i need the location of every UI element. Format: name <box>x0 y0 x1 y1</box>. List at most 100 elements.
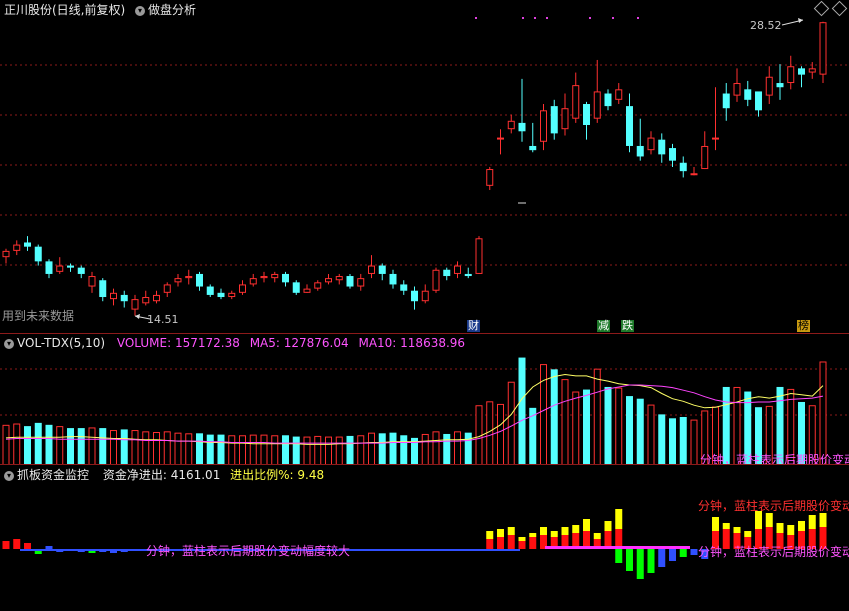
fund-signal-strip <box>545 546 690 549</box>
volume-bar <box>228 435 236 464</box>
candle-body <box>540 110 547 142</box>
fund-yellow-bar <box>550 531 558 537</box>
top-dot-marker <box>522 17 524 19</box>
candle-body <box>131 299 139 310</box>
fund-yellow-bar <box>540 527 547 535</box>
volume-bar <box>249 434 257 464</box>
candle-body <box>271 273 279 279</box>
candle-body <box>669 148 676 161</box>
candle-body <box>411 290 418 302</box>
candle-body <box>357 278 365 287</box>
event-marker-ranking[interactable]: 榜 <box>797 320 810 332</box>
analysis-dropdown[interactable]: ▾ 做盘分析 <box>135 3 196 17</box>
fund-indicator-dropdown[interactable]: ▾ 抓板资金监控 <box>4 468 93 482</box>
volume-bar <box>690 419 698 464</box>
candle-body <box>808 68 816 73</box>
candle-body <box>292 282 300 293</box>
top-dot-marker <box>546 17 548 19</box>
volume-bar <box>518 357 526 464</box>
candle-body <box>561 108 569 130</box>
volume-bar <box>507 381 515 464</box>
fund-flow-bar <box>2 541 10 549</box>
candle-body <box>604 93 612 107</box>
volume-bar <box>669 418 676 464</box>
fund-red-bar <box>497 537 504 549</box>
volume-bar <box>658 414 666 464</box>
volume-bar <box>454 431 461 464</box>
fund-red-bar <box>507 535 515 549</box>
volume-bar <box>34 422 42 464</box>
fund-outflow-bar <box>690 549 698 555</box>
candle-body <box>755 91 762 111</box>
volume-bar <box>185 433 193 464</box>
fund-yellow-bar <box>518 537 526 541</box>
fund-outflow-bar <box>647 549 655 573</box>
chevron-down-icon: ▾ <box>135 5 146 16</box>
volume-bar <box>443 433 451 464</box>
low-price-label: 14.51 <box>147 313 179 326</box>
candle-body <box>174 278 182 283</box>
volume-indicator-dropdown[interactable]: ▾ VOL-TDX(5,10) <box>4 336 109 350</box>
event-marker-reduce[interactable]: 减 <box>597 320 610 332</box>
candle-body <box>690 173 698 176</box>
candlestick-chart[interactable] <box>0 0 849 333</box>
candle-body <box>432 269 440 291</box>
candle-body <box>679 162 687 172</box>
fund-outflow-bar <box>636 549 644 579</box>
fund-yellow-bar <box>722 523 730 529</box>
fund-overlay-text-right: 分钟，蓝柱表示后期股价变动 <box>698 545 849 559</box>
fund-flow-bar <box>24 543 31 549</box>
candle-body <box>475 238 483 274</box>
candle-body <box>217 292 225 298</box>
volume-chart[interactable] <box>0 333 849 464</box>
chevron-down-icon: ▾ <box>4 470 14 481</box>
volume-bar <box>174 432 182 464</box>
volume-bar <box>163 431 171 464</box>
candle-body <box>529 145 537 151</box>
volume-bar <box>593 368 601 464</box>
ma10-line <box>5 384 824 444</box>
volume-bar <box>2 424 10 464</box>
candle-body <box>163 284 171 293</box>
volume-bar <box>282 435 289 464</box>
volume-bar <box>24 426 31 464</box>
volume-bar <box>292 436 300 464</box>
fund-flow-chart[interactable] <box>0 464 849 611</box>
analysis-label: 做盘分析 <box>148 3 197 17</box>
fund-yellow-bar <box>583 519 590 531</box>
chart-header: 正川股份(日线,前复权) ▾ 做盘分析 <box>4 1 196 18</box>
candle-body <box>206 286 214 295</box>
volume-bar <box>475 405 483 464</box>
net-flow-value: 资金净进出: 4161.01 <box>102 468 221 482</box>
fund-red-bar <box>518 541 526 549</box>
top-dot-marker <box>534 17 536 19</box>
volume-bar <box>583 389 590 464</box>
candle-body <box>572 85 580 119</box>
volume-bar <box>378 433 386 464</box>
volume-bar <box>679 416 687 464</box>
candle-body <box>282 273 289 283</box>
top-dot-marker <box>589 17 591 19</box>
event-marker-finance[interactable]: 财 <box>467 320 480 332</box>
fund-monitor-panel[interactable]: ▾ 抓板资金监控 资金净进出: 4161.01 进出比例%: 9.48 分钟，蓝柱… <box>0 464 849 611</box>
fund-yellow-bar <box>593 533 601 539</box>
volume-panel[interactable]: ▾ VOL-TDX(5,10) VOLUME: 157172.38 MA5: 12… <box>0 333 849 464</box>
volume-bar <box>77 428 85 464</box>
candle-body <box>346 276 354 287</box>
candle-body <box>389 273 397 285</box>
candle-body <box>647 137 655 151</box>
volume-bar <box>88 427 96 464</box>
candle-body <box>507 120 515 130</box>
future-data-note: 用到未来数据 <box>2 309 75 323</box>
stock-title: 正川股份(日线,前复权) <box>4 3 126 17</box>
fund-yellow-bar <box>798 521 805 531</box>
volume-bar <box>13 423 21 464</box>
volume-bar <box>615 387 623 464</box>
event-marker-drop[interactable]: 跌 <box>621 320 634 332</box>
price-chart-panel[interactable]: 正川股份(日线,前复权) ▾ 做盘分析 28.52 14.51 用到未来数据 财 … <box>0 0 849 333</box>
volume-indicator-name: VOL-TDX(5,10) <box>17 336 106 350</box>
fund-yellow-bar <box>572 525 580 533</box>
candle-body <box>798 68 805 75</box>
volume-bar <box>67 428 74 464</box>
fund-yellow-bar <box>744 531 752 537</box>
